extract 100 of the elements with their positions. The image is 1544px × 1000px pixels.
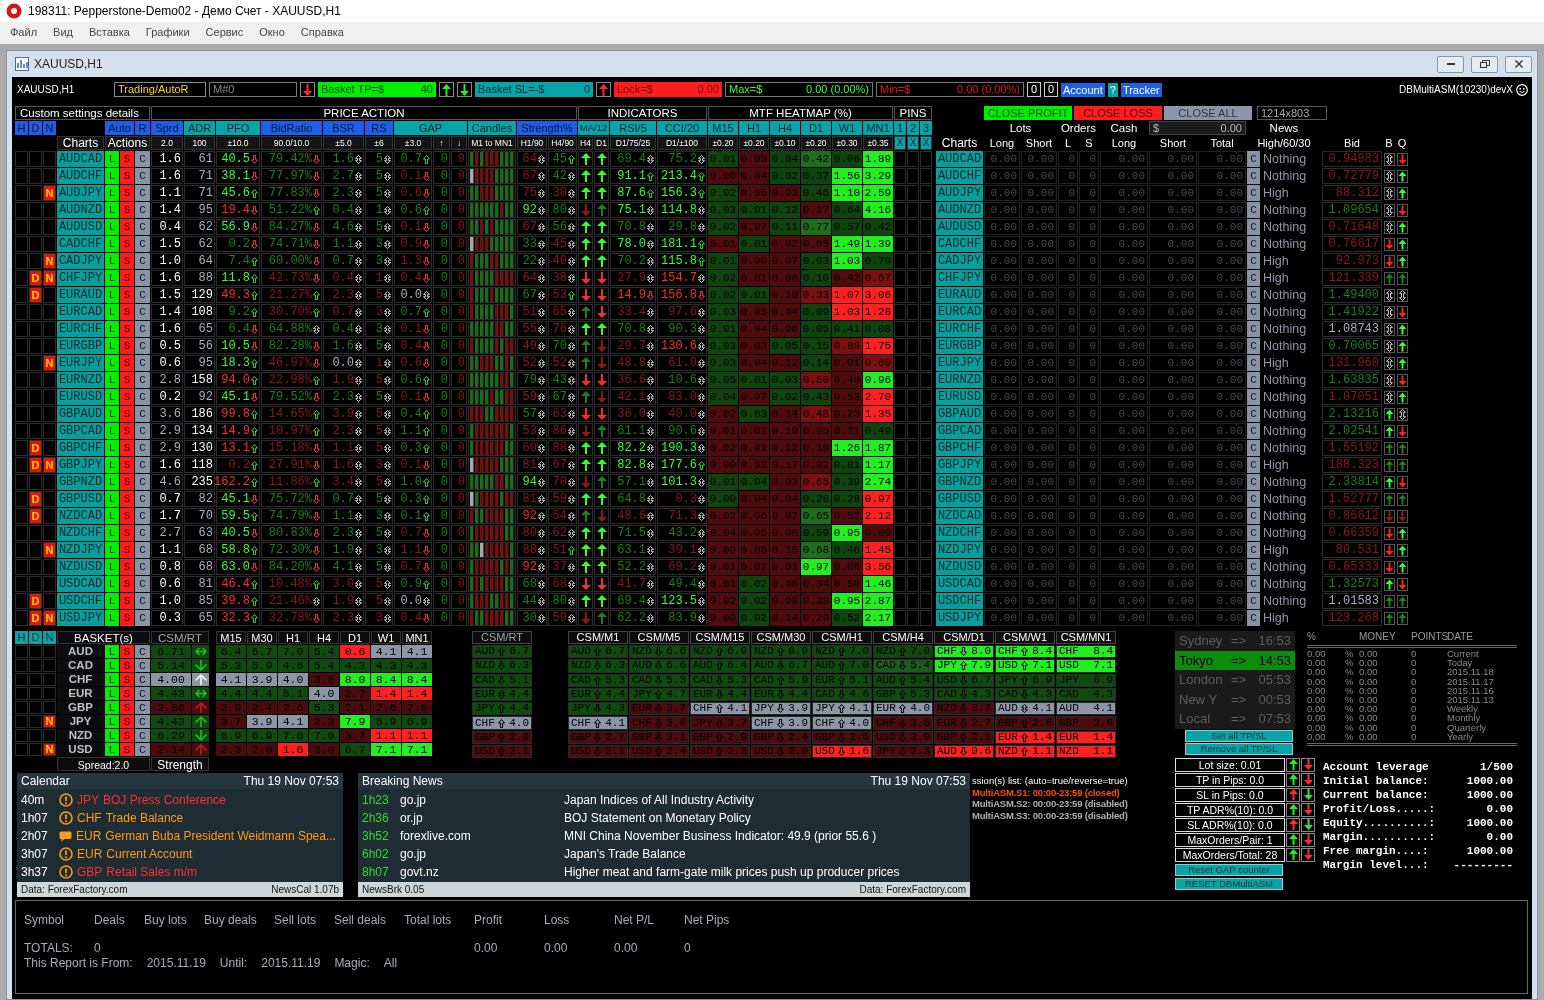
close-position-button[interactable]: C	[1247, 508, 1260, 524]
close-position-button[interactable]: C	[135, 491, 150, 507]
symbol-button[interactable]: AUDNZD	[57, 202, 104, 218]
pin-slot[interactable]	[894, 525, 906, 541]
pin-slot[interactable]	[894, 593, 906, 609]
symbol-button[interactable]: GBPNZD	[57, 474, 104, 490]
sell-button[interactable]: S	[120, 474, 134, 490]
buy-button[interactable]: L	[105, 355, 119, 371]
close-position-button[interactable]: C	[135, 673, 150, 686]
close-button[interactable]	[1505, 55, 1532, 73]
pin-slot[interactable]	[920, 253, 932, 269]
close-position-button[interactable]: C	[135, 270, 150, 286]
pin-slot[interactable]	[907, 508, 919, 524]
close-position-button[interactable]: C	[135, 474, 150, 490]
close-position-button[interactable]: C	[135, 440, 150, 456]
pin-slot[interactable]	[907, 491, 919, 507]
setting-field[interactable]: SL ADR%(10): 0.0	[1175, 817, 1285, 832]
action-button[interactable]: RESET DBMultiASM	[1175, 877, 1283, 890]
symbol-button[interactable]: AUDCHF	[936, 168, 983, 184]
close-position-button[interactable]: C	[135, 151, 150, 167]
close-position-button[interactable]: C	[135, 525, 150, 541]
pin-clear-button[interactable]: X	[894, 136, 906, 150]
symbol-button[interactable]: NZDCAD	[57, 508, 104, 524]
pin-slot[interactable]	[920, 219, 932, 235]
pin-slot[interactable]	[894, 185, 906, 201]
pin-slot[interactable]	[907, 202, 919, 218]
pin-slot[interactable]	[894, 423, 906, 439]
link-button[interactable]: ?	[1107, 82, 1118, 97]
close-position-button[interactable]: C	[1247, 593, 1260, 609]
maximize-button[interactable]	[1471, 55, 1498, 73]
pin-slot[interactable]	[920, 202, 932, 218]
pin-slot[interactable]	[894, 542, 906, 558]
sell-button[interactable]: S	[120, 423, 134, 439]
close-position-button[interactable]: C	[1247, 202, 1260, 218]
close-position-button[interactable]: C	[1247, 219, 1260, 235]
pin-slot[interactable]	[907, 406, 919, 422]
symbol-button[interactable]: GBPAUD	[57, 406, 104, 422]
menu-item[interactable]: Окно	[251, 26, 293, 40]
action-button[interactable]: Remove all TP/SL	[1185, 742, 1293, 755]
close-position-button[interactable]: C	[135, 304, 150, 320]
close-position-button[interactable]: C	[135, 168, 150, 184]
buy-button[interactable]: L	[105, 525, 119, 541]
pin-slot[interactable]	[920, 168, 932, 184]
symbol-button[interactable]: CADCHF	[936, 236, 983, 252]
sell-button[interactable]: S	[120, 236, 134, 252]
close-orders-button[interactable]: CLOSE LOSS	[1074, 106, 1162, 120]
pin-slot[interactable]	[907, 168, 919, 184]
pin-slot[interactable]	[894, 508, 906, 524]
close-position-button[interactable]: C	[135, 576, 150, 592]
pin-slot[interactable]	[894, 270, 906, 286]
symbol-button[interactable]: EURGBP	[936, 338, 983, 354]
close-position-button[interactable]: C	[1247, 304, 1260, 320]
sell-button[interactable]: S	[120, 508, 134, 524]
symbol-button[interactable]: GBPCHF	[57, 440, 104, 456]
pin-slot[interactable]	[907, 355, 919, 371]
pin-slot[interactable]	[907, 440, 919, 456]
buy-button[interactable]: L	[105, 168, 119, 184]
close-position-button[interactable]: C	[135, 219, 150, 235]
pin-slot[interactable]	[894, 338, 906, 354]
pin-slot[interactable]	[920, 185, 932, 201]
close-orders-button[interactable]: CLOSE ALL	[1164, 106, 1252, 120]
symbol-button[interactable]: AUDUSD	[936, 219, 983, 235]
pin-slot[interactable]	[907, 457, 919, 473]
buy-button[interactable]: L	[105, 372, 119, 388]
sell-button[interactable]: S	[120, 743, 134, 756]
pin-slot[interactable]	[920, 236, 932, 252]
symbol-button[interactable]: AUDCAD	[936, 151, 983, 167]
buy-button[interactable]: L	[105, 287, 119, 303]
pin-slot[interactable]	[894, 440, 906, 456]
sell-button[interactable]: S	[120, 389, 134, 405]
pin-slot[interactable]	[907, 185, 919, 201]
symbol-button[interactable]: GBPNZD	[936, 474, 983, 490]
symbol-button[interactable]: EURCAD	[936, 304, 983, 320]
pin-slot[interactable]	[894, 236, 906, 252]
close-position-button[interactable]: C	[135, 715, 150, 728]
sell-button[interactable]: S	[120, 491, 134, 507]
close-position-button[interactable]: C	[135, 389, 150, 405]
symbol-button[interactable]: GBPCHF	[936, 440, 983, 456]
pin-slot[interactable]	[920, 321, 932, 337]
symbol-button[interactable]: EURJPY	[936, 355, 983, 371]
close-position-button[interactable]: C	[1247, 491, 1260, 507]
close-position-button[interactable]: C	[135, 729, 150, 742]
pin-slot[interactable]	[920, 151, 932, 167]
pin-slot[interactable]	[907, 559, 919, 575]
buy-button[interactable]: L	[105, 219, 119, 235]
close-position-button[interactable]: C	[135, 645, 150, 658]
pin-slot[interactable]	[920, 338, 932, 354]
sell-button[interactable]: S	[120, 525, 134, 541]
close-position-button[interactable]: C	[135, 338, 150, 354]
pin-slot[interactable]	[907, 372, 919, 388]
close-position-button[interactable]: C	[135, 321, 150, 337]
close-position-button[interactable]: C	[135, 372, 150, 388]
pin-slot[interactable]	[894, 304, 906, 320]
symbol-button[interactable]: AUDUSD	[57, 219, 104, 235]
minimize-button[interactable]	[1437, 55, 1464, 73]
close-position-button[interactable]: C	[1247, 270, 1260, 286]
pin-slot[interactable]	[894, 491, 906, 507]
close-position-button[interactable]: C	[1247, 321, 1260, 337]
pin-slot[interactable]	[894, 253, 906, 269]
buy-button[interactable]: L	[105, 673, 119, 686]
